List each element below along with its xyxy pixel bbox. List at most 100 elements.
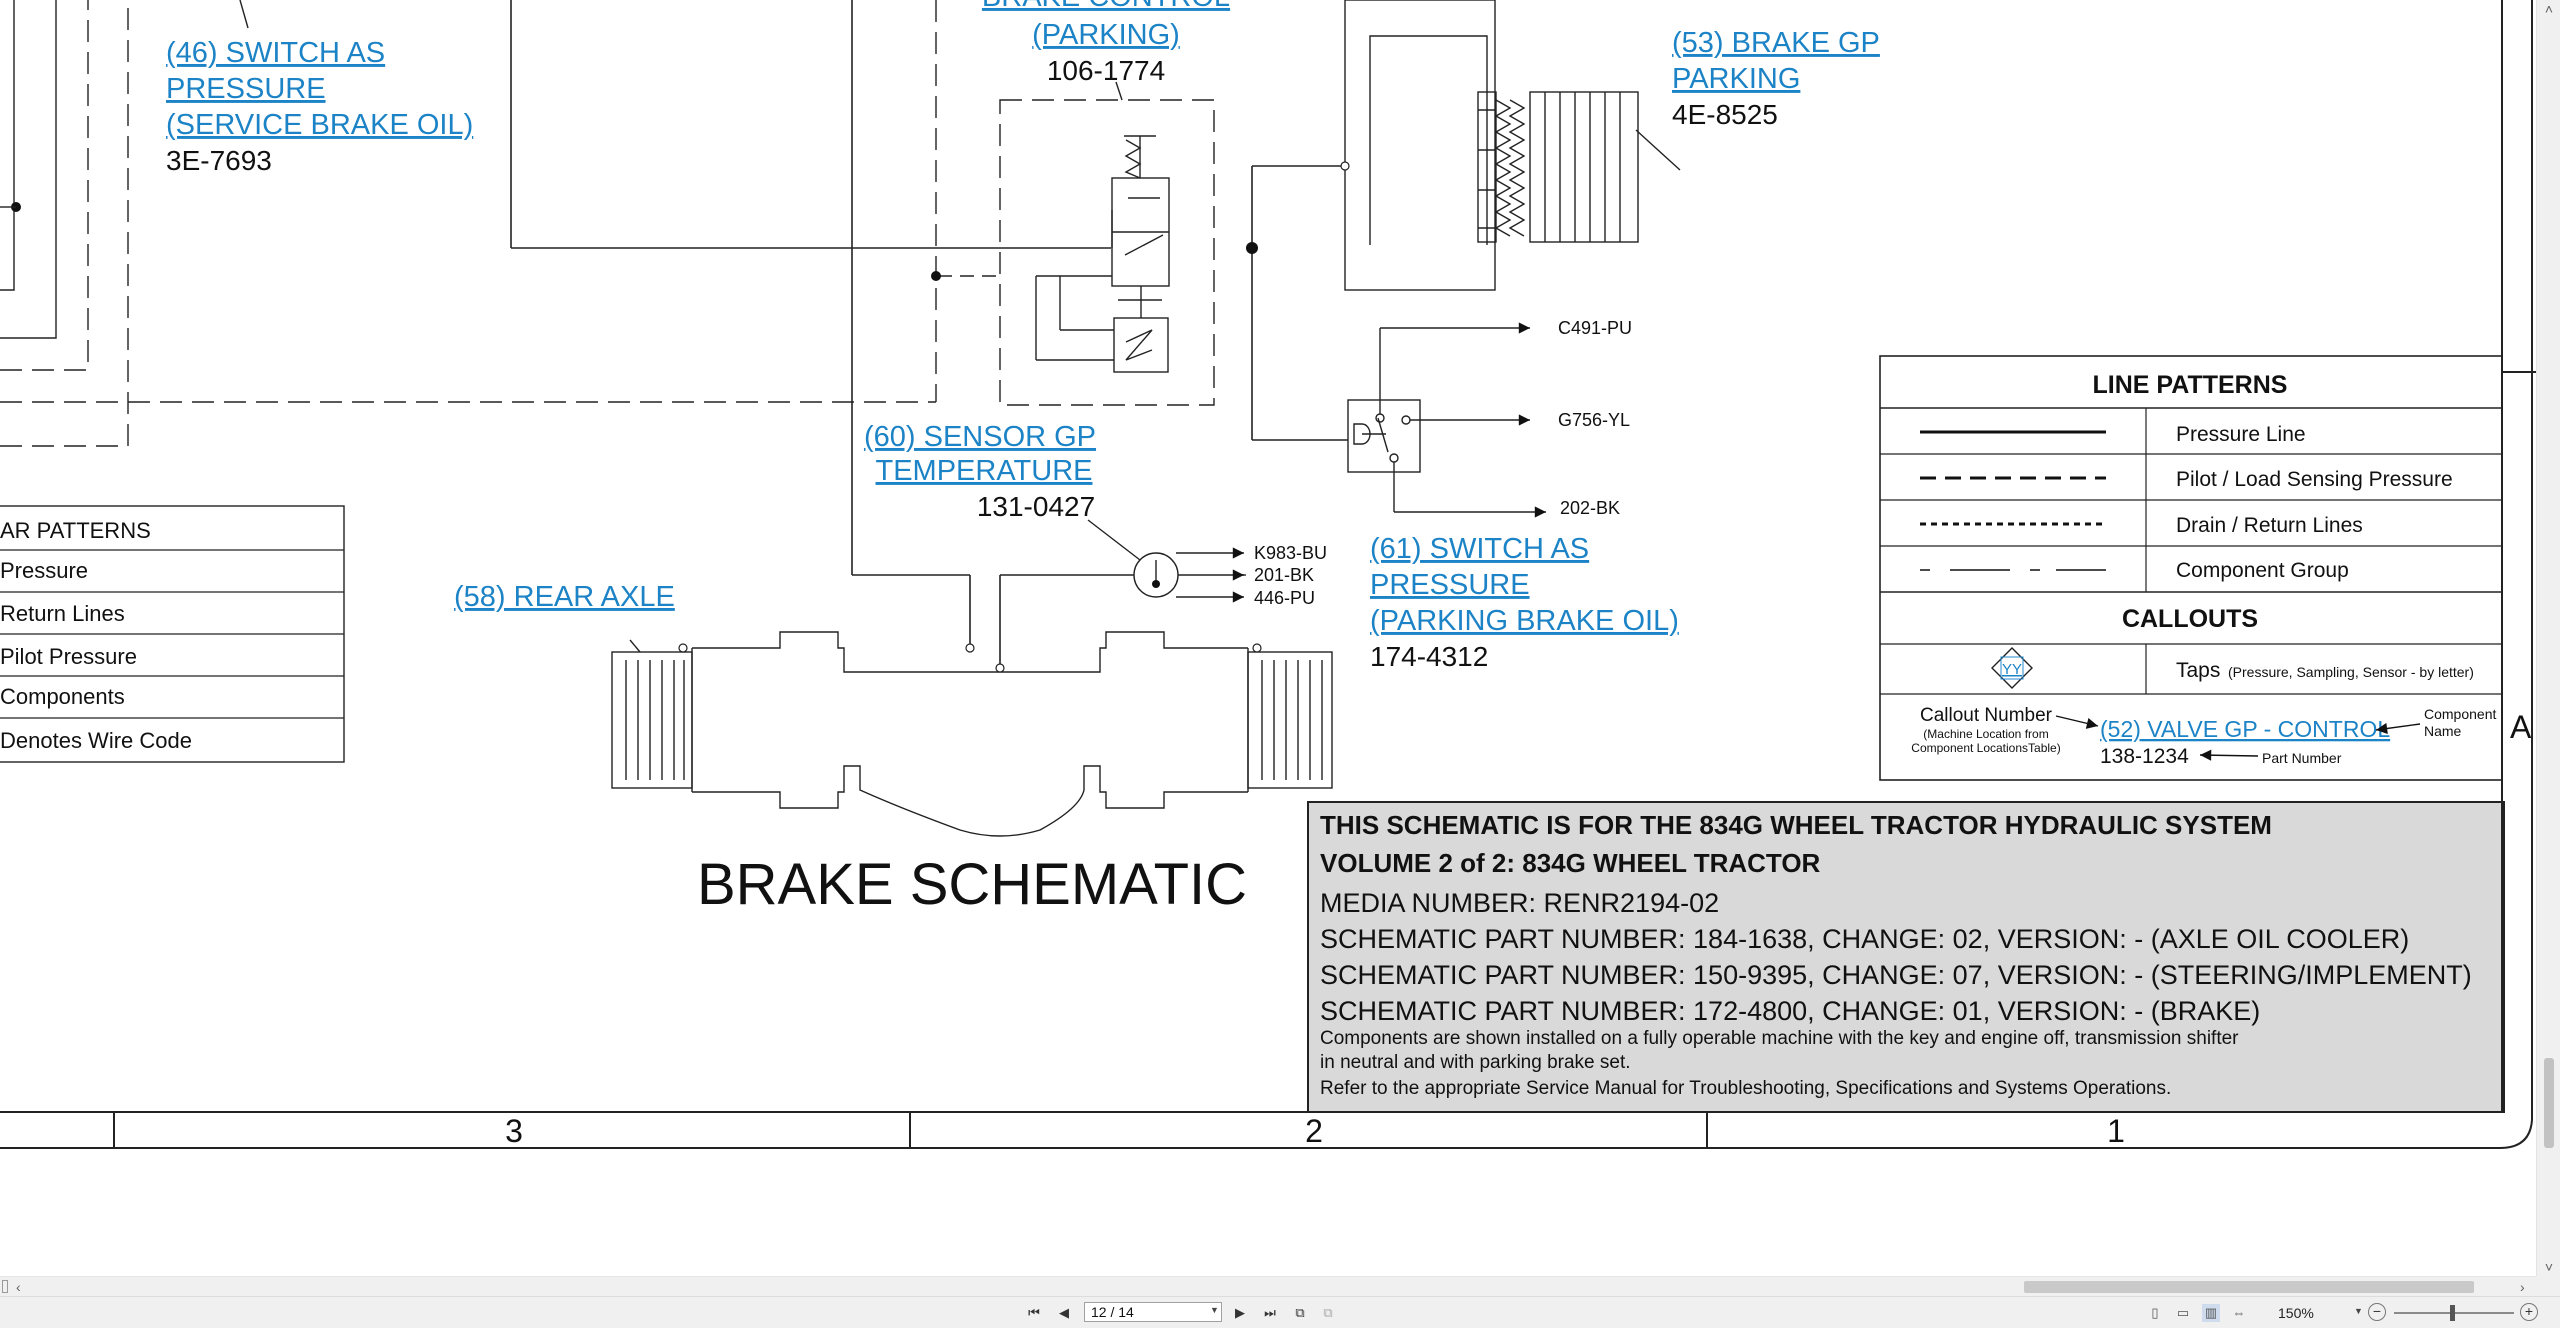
callout-brake-control-line1[interactable]: BRAKE CONTROL	[982, 0, 1230, 13]
left-legend-row: Components	[0, 684, 125, 709]
part-number-61: 174-4312	[1370, 641, 1488, 672]
line-pattern-label: Component Group	[2176, 559, 2349, 582]
zoom-slider-thumb[interactable]	[2450, 1305, 2455, 1321]
part-number-53: 4E-8525	[1672, 99, 1778, 130]
scroll-right-icon[interactable]: ›	[2520, 1277, 2534, 1297]
info-line: in neutral and with parking brake set.	[1320, 1052, 1631, 1073]
callout-number-note: (Machine Location from	[1923, 727, 2048, 741]
callout-46-line3[interactable]: (SERVICE BRAKE OIL)	[166, 109, 473, 141]
taps-label: Taps	[2176, 659, 2220, 682]
info-line: Components are shown installed on a full…	[1320, 1028, 2239, 1049]
info-line: SCHEMATIC PART NUMBER: 150-9395, CHANGE:…	[1320, 960, 2472, 990]
info-line: SCHEMATIC PART NUMBER: 172-4800, CHANGE:…	[1320, 996, 2260, 1026]
left-legend-row: Pressure	[0, 558, 88, 583]
zone-number: 1	[2107, 1113, 2125, 1149]
wire-code: K983-BU	[1254, 543, 1327, 563]
left-legend-row: Denotes Wire Code	[0, 728, 192, 753]
scroll-left-icon[interactable]: ‹	[16, 1277, 30, 1297]
copy-icon[interactable]: ⧉	[1290, 1303, 1310, 1323]
callout-number-label: Callout Number	[1920, 705, 2053, 726]
vertical-scrollbar[interactable]: ˄ ˅	[2536, 0, 2560, 1276]
left-legend-row: Pilot Pressure	[0, 644, 137, 669]
line-patterns-title: LINE PATTERNS	[2093, 371, 2288, 399]
line-pattern-label: Drain / Return Lines	[2176, 514, 2363, 537]
example-part-number: 138-1234	[2100, 745, 2189, 768]
component-name-label: Component	[2424, 706, 2496, 722]
pressure-lines	[510, 0, 1348, 668]
parking-brake-symbol	[1344, 0, 1681, 291]
horizontal-scrollbar[interactable]: ‹ ›	[0, 1276, 2536, 1296]
first-page-icon[interactable]: ⏮	[1024, 1303, 1044, 1323]
callout-58[interactable]: (58) REAR AXLE	[454, 581, 675, 613]
left-legend-row: Return Lines	[0, 601, 125, 626]
prev-page-icon[interactable]: ◀	[1054, 1303, 1074, 1323]
zone-letter: A	[2510, 709, 2532, 745]
temperature-sensor-symbol	[1087, 519, 1245, 603]
chevron-down-icon[interactable]: ▼	[2354, 1306, 2363, 1316]
info-line: THIS SCHEMATIC IS FOR THE 834G WHEEL TRA…	[1320, 810, 2272, 840]
callout-number-note: Component LocationsTable)	[1911, 741, 2060, 755]
info-line: VOLUME 2 of 2: 834G WHEEL TRACTOR	[1320, 848, 1821, 878]
continuous-view-icon[interactable]: ▭	[2174, 1304, 2192, 1322]
line-pattern-label: Pilot / Load Sensing Pressure	[2176, 468, 2453, 491]
callout-60-line1[interactable]: (60) SENSOR GP	[864, 421, 1096, 453]
wire-code: 201-BK	[1254, 565, 1314, 585]
info-line: MEDIA NUMBER: RENR2194-02	[1320, 888, 1719, 918]
junction-dot	[931, 271, 941, 281]
left-legend-title: AR PATTERNS	[0, 518, 151, 543]
callout-46-line1[interactable]: (46) SWITCH AS	[166, 37, 385, 69]
part-number-label: Part Number	[2262, 750, 2342, 766]
part-number-60: 131-0427	[977, 491, 1095, 522]
zone-number: 2	[1305, 1113, 1323, 1149]
callout-61-line2[interactable]: PRESSURE	[1370, 569, 1530, 601]
callout-53-line1[interactable]: (53) BRAKE GP	[1672, 27, 1880, 59]
line-patterns-legend: LINE PATTERNS Pressure Line Pilot / Load…	[1879, 355, 2503, 781]
junction-dot	[1246, 242, 1258, 254]
callout-61-line1[interactable]: (61) SWITCH AS	[1370, 533, 1589, 565]
wire-code: G756-YL	[1558, 410, 1630, 430]
single-page-view-icon[interactable]: ▯	[2146, 1304, 2164, 1322]
horizontal-scroll-thumb[interactable]	[2024, 1281, 2474, 1293]
wire-code: 202-BK	[1560, 498, 1620, 518]
document-viewer[interactable]: (46) SWITCH AS PRESSURE (SERVICE BRAKE O…	[0, 0, 2536, 1276]
brake-control-valve-symbol	[938, 81, 1215, 406]
info-line: Refer to the appropriate Service Manual …	[1320, 1078, 2171, 1099]
zone-number: 3	[505, 1113, 523, 1149]
chevron-down-icon[interactable]: ▼	[1210, 1305, 1219, 1315]
callout-brake-control-line2[interactable]: (PARKING)	[1032, 19, 1180, 51]
page-number-field[interactable]	[1084, 1302, 1222, 1322]
zoom-in-icon[interactable]: +	[2520, 1303, 2538, 1321]
brake-schematic-drawing: (46) SWITCH AS PRESSURE (SERVICE BRAKE O…	[0, 0, 2536, 1149]
wire-code: C491-PU	[1558, 318, 1632, 338]
two-page-view-icon[interactable]: ▥	[2202, 1304, 2220, 1322]
last-page-icon[interactable]: ⏭	[1260, 1303, 1280, 1323]
line-pattern-label: Pressure Line	[2176, 423, 2306, 446]
callout-46-line2[interactable]: PRESSURE	[166, 73, 326, 105]
schematic-title: BRAKE SCHEMATIC	[697, 852, 1247, 917]
callout-61-line3[interactable]: (PARKING BRAKE OIL)	[1370, 605, 1679, 637]
left-legend-table: AR PATTERNS Pressure Return Lines Pilot …	[0, 505, 345, 763]
zoom-out-icon[interactable]: −	[2368, 1303, 2386, 1321]
scroll-marker	[2, 1280, 8, 1293]
info-line: SCHEMATIC PART NUMBER: 184-1638, CHANGE:…	[1320, 924, 2409, 954]
component-name-label: Name	[2424, 723, 2462, 739]
fit-width-icon[interactable]: ⇔	[2230, 1304, 2248, 1322]
callouts-title: CALLOUTS	[2122, 605, 2258, 633]
rear-axle-symbol	[611, 631, 1333, 837]
zoom-level[interactable]: 150%	[2278, 1303, 2338, 1323]
paste-icon[interactable]: ⧉	[1318, 1303, 1338, 1323]
tap-marker-label: YY	[2002, 661, 2022, 678]
next-page-icon[interactable]: ▶	[1230, 1303, 1250, 1323]
taps-note: (Pressure, Sampling, Sensor - by letter)	[2228, 664, 2474, 680]
vertical-scroll-thumb[interactable]	[2544, 1058, 2554, 1148]
scroll-up-icon[interactable]: ˄	[2541, 0, 2557, 18]
wire-code: 446-PU	[1254, 588, 1315, 608]
component-group-dashed-lines	[0, 0, 937, 447]
callout-60-line2[interactable]: TEMPERATURE	[876, 455, 1093, 487]
scroll-down-icon[interactable]: ˅	[2541, 1258, 2557, 1276]
part-number-46: 3E-7693	[166, 145, 272, 176]
example-callout[interactable]: (52) VALVE GP - CONTROL	[2100, 716, 2390, 742]
callout-53-line2[interactable]: PARKING	[1672, 63, 1800, 95]
viewer-statusbar: ⏮ ◀ ▼ ▶ ⏭ ⧉ ⧉ ▯ ▭ ▥ ⇔ 150% ▼ − +	[0, 1296, 2560, 1328]
part-number-brake-control: 106-1774	[1047, 55, 1165, 86]
